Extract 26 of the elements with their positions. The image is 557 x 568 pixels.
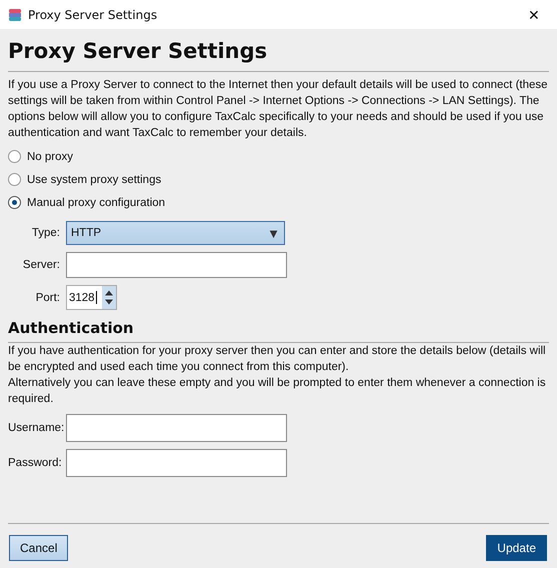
radio-label[interactable]: No proxy [27,150,74,162]
spinner-arrows-icon[interactable] [102,286,116,309]
close-button[interactable]: ✕ [511,6,557,22]
radio-label[interactable]: Use system proxy settings [27,174,162,186]
radio-button[interactable] [8,150,21,163]
username-field[interactable] [66,414,287,442]
dialog-heading: Proxy Server Settings [8,39,268,63]
field-label: Server: [22,259,60,271]
section-heading: Authentication [8,319,135,337]
field-label: Port: [34,292,60,304]
app-icon [8,8,22,22]
server-field[interactable] [66,252,287,278]
auth-text: Alternatively you can leave these empty and you will be prompted to enter them whenever a connection is required. [8,376,547,407]
password-field[interactable] [66,449,287,477]
auth-text: If you have authentication for your proxy server then you can enter and store the details below (details will be encrypted and used each time you connect from this computer). [8,344,547,375]
window-title: Proxy Server Settings [28,8,158,22]
radio-button[interactable] [8,196,21,209]
field-label: Type: [30,227,60,239]
update-button[interactable]: Update [486,535,547,561]
field-label: Password: [8,457,60,469]
type-dropdown[interactable]: HTTP ▼ [66,221,285,245]
radio-label[interactable]: Manual proxy configuration [27,196,166,208]
port-spinner[interactable]: 3128 [66,285,117,310]
cancel-button[interactable]: Cancel [9,535,68,561]
radio-button[interactable] [8,173,21,186]
intro-text: If you use a Proxy Server to connect to the Internet then your default details will be used to connect (these settings will be taken from within Control Panel -> Internet Options -> Connections -> LAN Settings). The options below will allow you to configure TaxCalc specifically to your needs and should be used if you use authentication and want TaxCalc to remember your details. [8,78,549,141]
